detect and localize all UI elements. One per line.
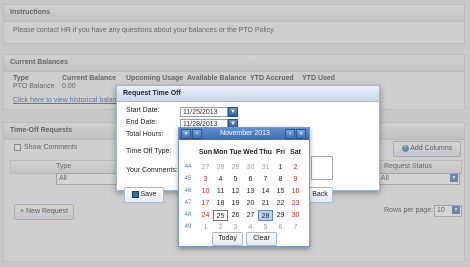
calendar-day[interactable]: 28 xyxy=(258,210,273,221)
calendar-day[interactable]: 21 xyxy=(258,198,273,209)
calendar-day[interactable]: 25 xyxy=(213,210,228,221)
calendar-day[interactable]: 2 xyxy=(288,162,303,173)
time-off-type-label: Time Off Type: xyxy=(126,148,172,155)
week-number: 44 xyxy=(184,164,192,170)
day-of-week-wed: Wed xyxy=(243,149,258,156)
clear-button[interactable]: Clear xyxy=(246,232,277,246)
calendar-month-title[interactable]: November 2013 xyxy=(209,128,281,140)
week-number: 48 xyxy=(184,212,192,218)
calendar-day[interactable]: 12 xyxy=(228,186,243,197)
calendar-day[interactable]: 6 xyxy=(243,174,258,185)
dialog-title: Request Time Off xyxy=(117,86,379,102)
calendar-day[interactable]: 28 xyxy=(213,162,228,173)
back-button[interactable]: Back xyxy=(307,187,333,203)
start-date-input[interactable]: 11/25/2013 xyxy=(180,107,228,117)
end-date-label: End Date: xyxy=(126,119,158,126)
calendar-day[interactable]: 13 xyxy=(243,186,258,197)
calendar-day[interactable]: 17 xyxy=(198,198,213,209)
calendar-day[interactable]: 1 xyxy=(198,222,213,233)
day-of-week-tue: Tue xyxy=(229,149,242,156)
today-button[interactable]: Today xyxy=(212,232,243,246)
calendar-day[interactable]: 31 xyxy=(258,162,273,173)
back-label: Back xyxy=(312,191,328,198)
calendar-day[interactable]: 23 xyxy=(288,198,303,209)
next-month-button[interactable]: › xyxy=(285,129,295,139)
calendar-day[interactable]: 24 xyxy=(198,210,213,221)
calendar-day[interactable]: 18 xyxy=(213,198,228,209)
start-date-label: Start Date: xyxy=(126,107,160,114)
calendar-day[interactable]: 16 xyxy=(288,186,303,197)
day-of-week-fri: Fri xyxy=(276,149,285,156)
calendar-day[interactable]: 7 xyxy=(288,222,303,233)
day-of-week-sat: Sat xyxy=(290,149,301,156)
calendar-day[interactable]: 1 xyxy=(273,162,288,173)
calendar-day[interactable]: 8 xyxy=(273,174,288,185)
day-of-week-mon: Mon xyxy=(213,149,228,156)
calendar-day[interactable]: 5 xyxy=(228,174,243,185)
calendar-day[interactable]: 14 xyxy=(258,186,273,197)
week-number: 47 xyxy=(184,200,192,206)
calendar-day[interactable]: 29 xyxy=(228,162,243,173)
save-label: Save xyxy=(140,191,157,198)
day-of-week-thu: Thu xyxy=(259,149,272,156)
calendar-day[interactable]: 4 xyxy=(213,174,228,185)
start-date-dropdown-icon[interactable]: ▼ xyxy=(228,107,238,117)
save-button[interactable]: Save xyxy=(124,187,164,203)
calendar-day[interactable]: 26 xyxy=(228,210,243,221)
total-hours-label: Total Hours: xyxy=(126,131,164,138)
calendar-day[interactable]: 20 xyxy=(243,198,258,209)
day-of-week-sun: Sun xyxy=(198,149,213,156)
prev-month-button[interactable]: ‹ xyxy=(192,129,202,139)
week-number: 46 xyxy=(184,188,192,194)
week-number: 49 xyxy=(184,224,192,230)
prev-year-button[interactable]: « xyxy=(181,129,191,139)
calendar-day[interactable]: 22 xyxy=(273,198,288,209)
comments-label: Your Comments: xyxy=(126,167,178,174)
calendar-day[interactable]: 11 xyxy=(213,186,228,197)
week-number: 45 xyxy=(184,176,192,182)
next-year-button[interactable]: » xyxy=(296,129,306,139)
calendar-day[interactable]: 3 xyxy=(198,174,213,185)
calendar-day[interactable]: 30 xyxy=(288,210,303,221)
calendar-day[interactable]: 9 xyxy=(288,174,303,185)
comments-textarea[interactable] xyxy=(311,156,333,180)
date-picker-calendar: « ‹ November 2013 › » Sun Mon Tue Wed Thu Fri… xyxy=(178,127,310,247)
calendar-day[interactable]: 7 xyxy=(258,174,273,185)
calendar-day[interactable]: 29 xyxy=(273,210,288,221)
save-icon xyxy=(131,190,139,198)
calendar-day[interactable]: 30 xyxy=(243,162,258,173)
calendar-day[interactable]: 19 xyxy=(228,198,243,209)
calendar-day[interactable]: 15 xyxy=(273,186,288,197)
calendar-day[interactable]: 27 xyxy=(198,162,213,173)
calendar-day[interactable]: 10 xyxy=(198,186,213,197)
calendar-day[interactable]: 27 xyxy=(243,210,258,221)
